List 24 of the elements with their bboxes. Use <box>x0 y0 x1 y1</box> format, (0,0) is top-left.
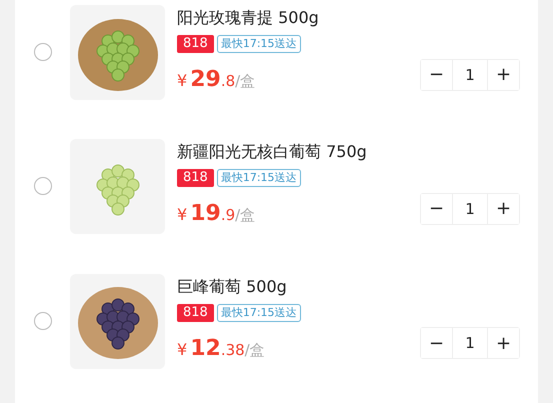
currency-symbol: ¥ <box>177 340 188 359</box>
price-decimal: .9 <box>220 206 236 224</box>
currency-symbol: ¥ <box>177 71 188 90</box>
price-decimal: .8 <box>220 72 236 90</box>
price-decimal: .38 <box>220 340 245 359</box>
product-title: 新疆阳光无核白葡萄 750g <box>177 141 368 164</box>
delivery-tag: 最快17:15送达 <box>216 35 301 53</box>
price-integer: 19 <box>190 201 221 226</box>
radio-button[interactable] <box>34 43 52 61</box>
radio-button[interactable] <box>34 177 52 196</box>
price-integer: 29 <box>190 67 221 92</box>
promo-tag: 818 <box>177 169 214 188</box>
price-unit: /盒 <box>244 340 265 360</box>
product-title: 巨峰葡萄 500g <box>177 276 288 298</box>
price-unit: /盒 <box>235 206 256 226</box>
promo-tag: 818 <box>177 304 214 322</box>
delivery-tag: 最快17:15送达 <box>216 169 301 188</box>
product-title: 阳光玫瑰青提 500g <box>177 7 320 29</box>
promo-tag: 818 <box>177 35 214 53</box>
currency-symbol: ¥ <box>177 205 188 224</box>
radio-button[interactable] <box>34 312 52 330</box>
price-integer: 12 <box>190 336 221 361</box>
price-unit: /盒 <box>235 72 256 91</box>
delivery-tag: 最快17:15送达 <box>216 304 301 322</box>
